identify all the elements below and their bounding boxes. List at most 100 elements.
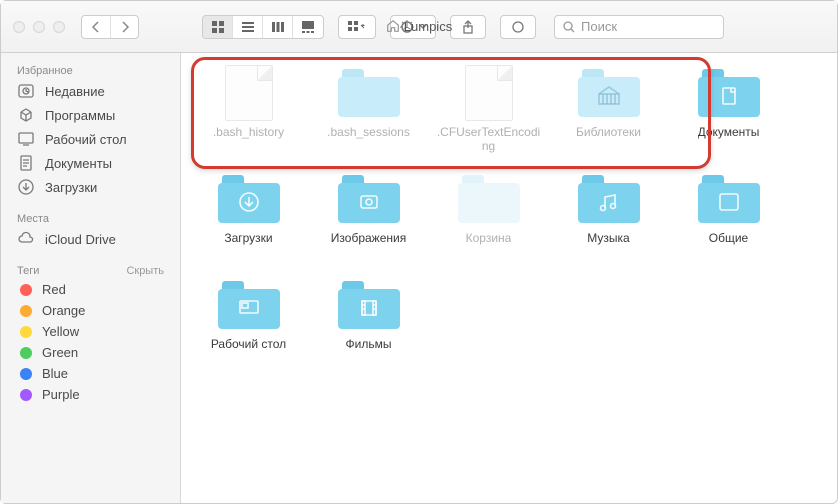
folder-icon bbox=[218, 175, 280, 223]
folder-item[interactable]: Общие bbox=[671, 171, 786, 259]
finder-window: Lumpics Поиск Избранное НедавниеПрограмм… bbox=[0, 0, 838, 504]
gallery-view-button[interactable] bbox=[293, 16, 323, 38]
places-header: Места bbox=[1, 209, 180, 227]
folder-icon bbox=[458, 175, 520, 223]
search-icon bbox=[563, 21, 575, 33]
folder-icon bbox=[338, 281, 400, 329]
sidebar-item-label: iCloud Drive bbox=[45, 232, 116, 247]
group-by-dropdown[interactable] bbox=[338, 15, 376, 39]
forward-button[interactable] bbox=[110, 16, 138, 38]
folder-item[interactable]: .bash_sessions bbox=[311, 65, 426, 153]
share-button[interactable] bbox=[450, 15, 486, 39]
sidebar-item-label: Red bbox=[42, 282, 66, 297]
search-input[interactable]: Поиск bbox=[554, 15, 724, 39]
sidebar-tag-orange[interactable]: Orange bbox=[1, 300, 180, 321]
folder-icon bbox=[698, 175, 760, 223]
folder-item[interactable]: Фильмы bbox=[311, 277, 426, 365]
sidebar-tag-purple[interactable]: Purple bbox=[1, 384, 180, 405]
sidebar-item-label: Программы bbox=[45, 108, 115, 123]
item-label: Корзина bbox=[466, 231, 512, 259]
folder-icon bbox=[218, 281, 280, 329]
sidebar-tag-red[interactable]: Red bbox=[1, 279, 180, 300]
item-label: Изображения bbox=[331, 231, 406, 259]
search-placeholder: Поиск bbox=[581, 19, 617, 34]
folder-item[interactable]: Библиотеки bbox=[551, 65, 666, 153]
sidebar-item-icloud[interactable]: iCloud Drive bbox=[1, 227, 180, 251]
folder-item[interactable]: Корзина bbox=[431, 171, 546, 259]
file-item[interactable]: .CFUserTextEncoding bbox=[431, 65, 546, 153]
sidebar-item-apps[interactable]: Программы bbox=[1, 103, 180, 127]
sidebar-item-label: Blue bbox=[42, 366, 68, 381]
folder-icon bbox=[578, 175, 640, 223]
tag-dot-icon bbox=[20, 389, 32, 401]
folder-glyph-icon bbox=[716, 190, 742, 217]
column-view-button[interactable] bbox=[263, 16, 293, 38]
window-body: Избранное Недавние Программы Рабочий стол Д… bbox=[1, 53, 837, 503]
icon-view-button[interactable] bbox=[203, 16, 233, 38]
tags-header: ТегиСкрыть bbox=[1, 261, 180, 279]
sidebar-item-docs[interactable]: Документы bbox=[1, 151, 180, 175]
folder-glyph-icon bbox=[356, 296, 382, 323]
item-label: Рабочий стол bbox=[211, 337, 286, 365]
close-button[interactable] bbox=[13, 21, 25, 33]
favorites-header: Избранное bbox=[1, 61, 180, 79]
sidebar-item-label: Недавние bbox=[45, 84, 105, 99]
tag-dot-icon bbox=[20, 347, 32, 359]
sidebar-tag-green[interactable]: Green bbox=[1, 342, 180, 363]
folder-glyph-icon bbox=[596, 190, 622, 217]
tag-dot-icon bbox=[20, 326, 32, 338]
nav-buttons bbox=[81, 15, 139, 39]
item-label: Общие bbox=[709, 231, 748, 259]
sidebar-tag-yellow[interactable]: Yellow bbox=[1, 321, 180, 342]
item-label: Документы bbox=[698, 125, 760, 153]
folder-icon bbox=[338, 175, 400, 223]
sidebar-item-label: Green bbox=[42, 345, 78, 360]
item-label: Библиотеки bbox=[576, 125, 641, 153]
content-area[interactable]: .bash_history .bash_sessions .CFUserTextEn… bbox=[181, 53, 837, 503]
file-icon bbox=[465, 65, 513, 121]
sidebar-tag-blue[interactable]: Blue bbox=[1, 363, 180, 384]
group-icon bbox=[339, 16, 375, 38]
tag-dot-icon bbox=[20, 284, 32, 296]
file-item[interactable]: .bash_history bbox=[191, 65, 306, 153]
sidebar-item-label: Рабочий стол bbox=[45, 132, 127, 147]
folder-item[interactable]: Изображения bbox=[311, 171, 426, 259]
zoom-button[interactable] bbox=[53, 21, 65, 33]
sidebar-item-label: Purple bbox=[42, 387, 80, 402]
action-menu-button[interactable] bbox=[390, 15, 436, 39]
sidebar-item-label: Yellow bbox=[42, 324, 79, 339]
sidebar-item-label: Загрузки bbox=[45, 180, 97, 195]
item-label: Фильмы bbox=[346, 337, 392, 365]
folder-glyph-icon bbox=[236, 296, 262, 323]
sidebar: Избранное Недавние Программы Рабочий стол Д… bbox=[1, 53, 181, 503]
view-mode-switcher bbox=[202, 15, 324, 39]
list-view-button[interactable] bbox=[233, 16, 263, 38]
tag-dot-icon bbox=[20, 305, 32, 317]
item-label: Музыка bbox=[587, 231, 629, 259]
folder-item[interactable]: Рабочий стол bbox=[191, 277, 306, 365]
folder-icon bbox=[578, 69, 640, 117]
sidebar-item-label: Orange bbox=[42, 303, 85, 318]
minimize-button[interactable] bbox=[33, 21, 45, 33]
folder-icon bbox=[338, 69, 400, 117]
icon-grid: .bash_history .bash_sessions .CFUserTextEn… bbox=[191, 65, 827, 365]
tags-hide-button[interactable]: Скрыть bbox=[126, 265, 164, 277]
folder-glyph-icon bbox=[356, 190, 382, 217]
folder-glyph-icon bbox=[716, 84, 742, 111]
folder-glyph-icon bbox=[236, 190, 262, 217]
folder-icon bbox=[698, 69, 760, 117]
sidebar-item-desktop[interactable]: Рабочий стол bbox=[1, 127, 180, 151]
sidebar-item-clock[interactable]: Недавние bbox=[1, 79, 180, 103]
item-label: .bash_history bbox=[213, 125, 284, 153]
folder-glyph-icon bbox=[596, 84, 622, 111]
sidebar-item-downloads[interactable]: Загрузки bbox=[1, 175, 180, 199]
item-label: .bash_sessions bbox=[327, 125, 410, 153]
folder-item[interactable]: Загрузки bbox=[191, 171, 306, 259]
back-button[interactable] bbox=[82, 16, 110, 38]
file-icon bbox=[225, 65, 273, 121]
window-controls bbox=[13, 21, 65, 33]
tags-button[interactable] bbox=[500, 15, 536, 39]
folder-item[interactable]: Документы bbox=[671, 65, 786, 153]
folder-item[interactable]: Музыка bbox=[551, 171, 666, 259]
item-label: .CFUserTextEncoding bbox=[434, 125, 544, 153]
